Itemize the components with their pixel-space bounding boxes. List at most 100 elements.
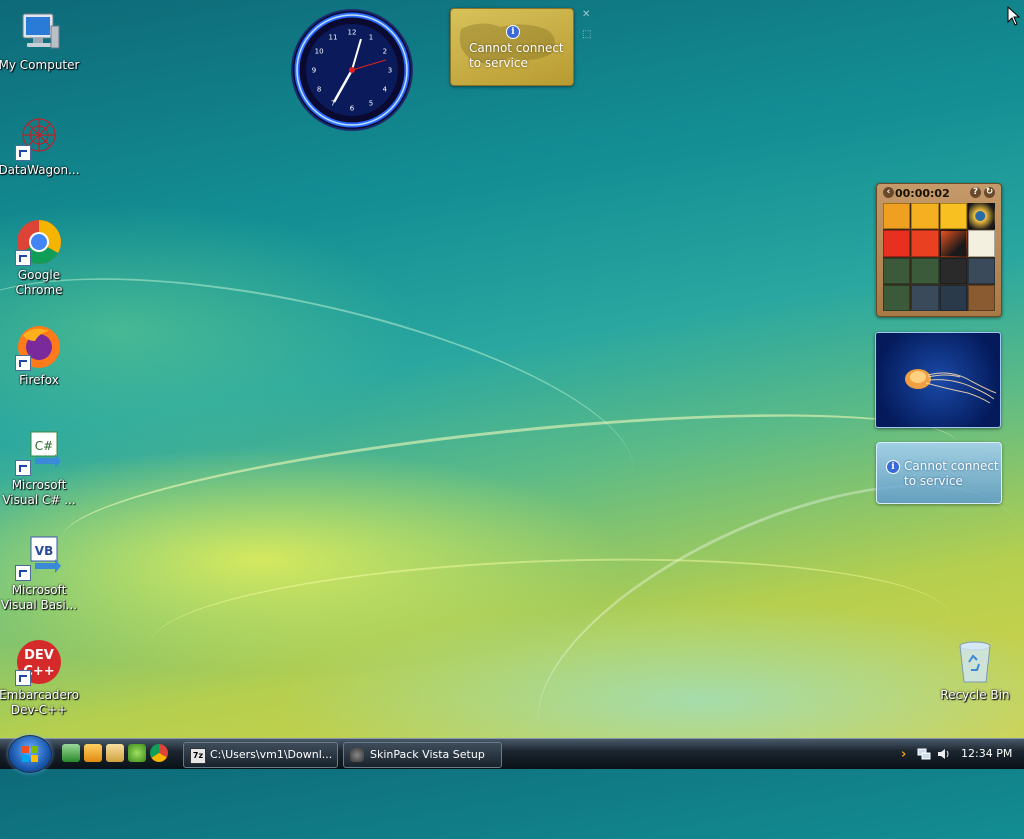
puzzle-tile[interactable]: [939, 230, 967, 257]
clock-numeral: 3: [388, 67, 392, 75]
puzzle-tile[interactable]: [939, 203, 967, 230]
task-button-explorer[interactable]: 7z C:\Users\vm1\Downl...: [183, 742, 338, 768]
clock-numeral: 8: [317, 86, 321, 94]
shortcut-arrow-icon: [15, 250, 31, 266]
jellyfish-image: [905, 369, 997, 404]
puzzle-tile[interactable]: [939, 257, 967, 284]
back-icon[interactable]: ‹: [883, 187, 894, 198]
clock-numeral: 10: [315, 48, 324, 56]
clock-gadget[interactable]: 12 1 2 3 4 5 6 7 8 9 10 11: [290, 8, 414, 132]
puzzle-tile[interactable]: [911, 230, 939, 257]
puzzle-tile[interactable]: [967, 203, 995, 230]
puzzle-tile[interactable]: [911, 257, 939, 284]
desktop-icon-label: Embarcadero Dev-C++: [0, 688, 79, 717]
quick-launch-bar: [62, 744, 168, 764]
weather-message: Cannot connect to service: [469, 41, 564, 70]
puzzle-toolbar: ‹ 00:00:02 ? ↻: [881, 186, 997, 200]
puzzle-tile[interactable]: [911, 284, 939, 311]
clock-numeral: 2: [383, 48, 387, 56]
shortcut-arrow-icon: [15, 565, 31, 581]
feed-headlines-gadget[interactable]: i Cannot connect to service: [876, 442, 1002, 504]
desktop-icon-label: Microsoft Visual Basi...: [0, 583, 78, 612]
puzzle-empty-slot[interactable]: [967, 284, 995, 311]
desktop-icon-datawagon[interactable]: DataWagon...: [0, 113, 81, 178]
shortcut-arrow-icon: [15, 460, 31, 476]
visual-basic-icon: VB: [15, 533, 63, 581]
puzzle-tile[interactable]: [939, 284, 967, 311]
desktop-icon-my-computer[interactable]: My Computer: [0, 8, 81, 73]
network-icon[interactable]: [917, 748, 931, 763]
desktop-icon-label: My Computer: [0, 58, 80, 72]
switch-windows-icon[interactable]: [128, 744, 146, 762]
show-desktop-icon[interactable]: [62, 744, 80, 762]
slideshow-gadget[interactable]: [875, 332, 1001, 428]
desktop-icon-visual-basic[interactable]: VB Microsoft Visual Basi...: [0, 533, 81, 613]
desktop-icon-dev-cpp[interactable]: DEV C++ Embarcadero Dev-C++: [0, 638, 81, 718]
taskbar-clock[interactable]: 12:34 PM: [961, 742, 1012, 766]
notification-area: › 12:34 PM: [895, 742, 1020, 766]
help-icon[interactable]: ?: [970, 187, 981, 198]
clock-numeral: 11: [329, 34, 338, 42]
feed-message: Cannot connect to service: [904, 459, 999, 488]
clock-numeral: 1: [369, 34, 373, 42]
task-button-label: C:\Users\vm1\Downl...: [210, 748, 333, 761]
resize-gadget-icon[interactable]: ⬚: [582, 30, 592, 40]
puzzle-timer: 00:00:02: [895, 187, 950, 200]
desktop-icon-google-chrome[interactable]: Google Chrome: [0, 218, 81, 298]
taskbar: 7z C:\Users\vm1\Downl... SkinPack Vista …: [0, 735, 1024, 773]
recycle-bin-icon: [951, 638, 999, 686]
info-icon: i: [506, 25, 520, 39]
windows-logo-icon: [22, 746, 38, 762]
info-icon: i: [886, 460, 900, 474]
clock-numeral: 9: [312, 67, 316, 75]
puzzle-tile[interactable]: [883, 203, 911, 230]
media-player-icon[interactable]: [84, 744, 102, 762]
volume-icon[interactable]: [937, 748, 951, 763]
desktop-icon-label: DataWagon...: [0, 163, 80, 177]
shortcut-arrow-icon: [15, 355, 31, 371]
desktop-icon-label: Recycle Bin: [940, 688, 1010, 702]
svg-text:C#: C#: [35, 439, 53, 453]
visual-csharp-icon: C#: [15, 428, 63, 476]
datawagon-icon: [15, 113, 63, 161]
folder-icon[interactable]: [106, 744, 124, 762]
clock-face: 121234567891011: [291, 9, 413, 131]
desktop-icon-recycle-bin[interactable]: Recycle Bin: [933, 638, 1017, 703]
desktop-icon-firefox[interactable]: Firefox: [0, 323, 81, 388]
puzzle-tile[interactable]: [883, 257, 911, 284]
mouse-cursor-icon: [1007, 5, 1021, 29]
puzzle-grid: [883, 203, 995, 311]
start-button[interactable]: [8, 735, 52, 773]
svg-text:DEV: DEV: [24, 648, 54, 663]
chrome-icon: [15, 218, 63, 266]
puzzle-tile[interactable]: [883, 230, 911, 257]
firefox-icon: [15, 323, 63, 371]
shortcut-arrow-icon: [15, 670, 31, 686]
clock-numeral: 5: [369, 99, 373, 107]
desktop-icon-visual-csharp[interactable]: C# Microsoft Visual C# ...: [0, 428, 81, 508]
desktop-icon-label: Microsoft Visual C# ...: [2, 478, 76, 507]
task-button-skinpack-setup[interactable]: SkinPack Vista Setup: [343, 742, 502, 768]
shortcut-arrow-icon: [15, 145, 31, 161]
puzzle-tile[interactable]: [967, 230, 995, 257]
clock-numeral: 12: [348, 29, 357, 37]
expand-tray-chevron-icon[interactable]: ›: [901, 747, 906, 762]
clock-numeral: 4: [383, 86, 388, 94]
computer-icon: [15, 8, 63, 56]
picture-puzzle-gadget[interactable]: ‹ 00:00:02 ? ↻: [876, 183, 1002, 317]
zip-icon: 7z: [190, 748, 206, 764]
task-button-label: SkinPack Vista Setup: [370, 748, 485, 761]
dev-cpp-icon: DEV C++: [15, 638, 63, 686]
desktop-icon-label: Firefox: [19, 373, 59, 387]
chrome-icon[interactable]: [150, 744, 168, 762]
desktop-icon-label: Google Chrome: [15, 268, 63, 297]
svg-text:VB: VB: [35, 544, 53, 558]
close-gadget-icon[interactable]: ✕: [582, 10, 592, 20]
shuffle-icon[interactable]: ↻: [984, 187, 995, 198]
clock-numeral: 6: [350, 105, 355, 113]
puzzle-tile[interactable]: [883, 284, 911, 311]
puzzle-tile[interactable]: [967, 257, 995, 284]
weather-gadget[interactable]: i Cannot connect to service: [450, 8, 574, 86]
setup-icon: [350, 748, 364, 762]
puzzle-tile[interactable]: [911, 203, 939, 230]
